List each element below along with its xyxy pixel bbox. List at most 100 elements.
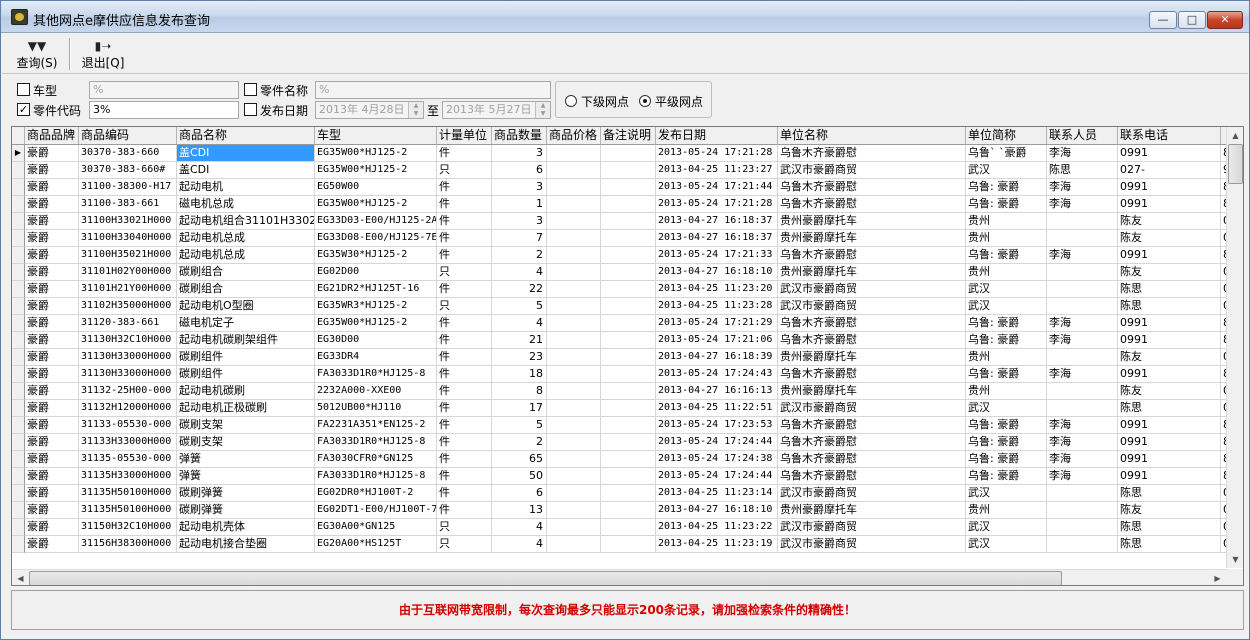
cell-price[interactable]: [547, 468, 601, 485]
cell-contact[interactable]: 李海: [1047, 145, 1118, 162]
cell-qty[interactable]: 5: [492, 298, 547, 315]
cell-company[interactable]: 乌鲁木齐豪爵慰: [778, 451, 966, 468]
cell-qty[interactable]: 23: [492, 349, 547, 366]
cell-name[interactable]: 起动电机: [177, 179, 315, 196]
cell-price[interactable]: [547, 145, 601, 162]
cell-contact[interactable]: 李海: [1047, 468, 1118, 485]
cell-model[interactable]: FA3030CFR0*GN125: [315, 451, 437, 468]
cell-date[interactable]: 2013-05-24 17:21:28: [656, 145, 778, 162]
row-indicator[interactable]: [12, 366, 25, 383]
cell-code[interactable]: 30370-383-660: [79, 145, 177, 162]
cell-company[interactable]: 乌鲁木齐豪爵慰: [778, 434, 966, 451]
row-indicator[interactable]: [12, 485, 25, 502]
cell-date[interactable]: 2013-05-24 17:21:33: [656, 247, 778, 264]
cell-date[interactable]: 2013-05-24 17:24:44: [656, 468, 778, 485]
cell-phone[interactable]: 陈思: [1118, 281, 1221, 298]
cell-date[interactable]: 2013-05-24 17:23:53: [656, 417, 778, 434]
cell-qty[interactable]: 2: [492, 247, 547, 264]
cell-name[interactable]: 碳刷组合: [177, 264, 315, 281]
cell-remark[interactable]: [601, 502, 656, 519]
cell-model[interactable]: EG30A00*GN125: [315, 519, 437, 536]
cell-model[interactable]: EG21DR2*HJ125T-16: [315, 281, 437, 298]
cell-price[interactable]: [547, 298, 601, 315]
cell-price[interactable]: [547, 230, 601, 247]
cell-brand[interactable]: 豪爵: [25, 468, 79, 485]
cell-company[interactable]: 乌鲁木齐豪爵慰: [778, 366, 966, 383]
minimize-button[interactable]: —: [1149, 11, 1177, 29]
cell-company-short[interactable]: 乌鲁: 豪爵: [966, 468, 1047, 485]
cell-code[interactable]: 31150H32C10H000: [79, 519, 177, 536]
table-row[interactable]: 豪爵 31132-25H00-000 起动电机碳刷 2232A000-XXE00 件 8 2…: [12, 383, 1230, 400]
cell-remark[interactable]: [601, 434, 656, 451]
cell-contact[interactable]: [1047, 281, 1118, 298]
cell-name[interactable]: 碳刷组件: [177, 349, 315, 366]
cell-date[interactable]: 2013-04-25 11:23:20: [656, 281, 778, 298]
cell-name[interactable]: 起动电机正极碳刷: [177, 400, 315, 417]
cell-company-short[interactable]: 乌鲁: 豪爵: [966, 451, 1047, 468]
cell-model[interactable]: EG33D03-E00/HJ125-2A: [315, 213, 437, 230]
cell-brand[interactable]: 豪爵: [25, 230, 79, 247]
cell-price[interactable]: [547, 315, 601, 332]
cell-company-short[interactable]: 贵州: [966, 213, 1047, 230]
cell-price[interactable]: [547, 485, 601, 502]
cell-contact[interactable]: [1047, 502, 1118, 519]
cell-code[interactable]: 31101H21Y00H000: [79, 281, 177, 298]
cell-unit[interactable]: 只: [437, 298, 492, 315]
column-header-code[interactable]: 商品编码: [79, 127, 177, 145]
table-row[interactable]: 豪爵 31133-05530-000 碳刷支架 FA2231A351*EN125-2 件…: [12, 417, 1230, 434]
column-header-price[interactable]: 商品价格: [547, 127, 601, 145]
cell-model[interactable]: FA2231A351*EN125-2: [315, 417, 437, 434]
scroll-right-icon[interactable]: ▶: [1209, 570, 1226, 585]
cell-brand[interactable]: 豪爵: [25, 213, 79, 230]
cell-company[interactable]: 武汉市豪爵商贸: [778, 298, 966, 315]
column-header-phone[interactable]: 联系电话: [1118, 127, 1221, 145]
cell-phone[interactable]: 0991: [1118, 468, 1221, 485]
cell-brand[interactable]: 豪爵: [25, 383, 79, 400]
cell-phone[interactable]: 陈友: [1118, 213, 1221, 230]
cell-brand[interactable]: 豪爵: [25, 264, 79, 281]
cell-brand[interactable]: 豪爵: [25, 417, 79, 434]
cell-contact[interactable]: 李海: [1047, 366, 1118, 383]
row-indicator[interactable]: [12, 349, 25, 366]
cell-brand[interactable]: 豪爵: [25, 434, 79, 451]
column-header-remark[interactable]: 备注说明: [601, 127, 656, 145]
cell-date[interactable]: 2013-05-24 17:21:28: [656, 196, 778, 213]
cell-remark[interactable]: [601, 383, 656, 400]
cell-phone[interactable]: 陈思: [1118, 519, 1221, 536]
cell-name[interactable]: 碳刷弹簧: [177, 485, 315, 502]
table-row[interactable]: 豪爵 31150H32C10H000 起动电机壳体 EG30A00*GN125 只 4 20…: [12, 519, 1230, 536]
table-row[interactable]: 豪爵 31130H33000H000 碳刷组件 FA3033D1R0*HJ125-8 件…: [12, 366, 1230, 383]
row-indicator[interactable]: [12, 468, 25, 485]
cell-company-short[interactable]: 乌鲁: 豪爵: [966, 247, 1047, 264]
cell-qty[interactable]: 7: [492, 230, 547, 247]
cell-name[interactable]: 碳刷组件: [177, 366, 315, 383]
cell-unit[interactable]: 件: [437, 213, 492, 230]
exit-button[interactable]: ▮➝ 退出[Q]: [80, 36, 126, 72]
cell-contact[interactable]: 陈思: [1047, 162, 1118, 179]
cell-name[interactable]: 磁电机定子: [177, 315, 315, 332]
cell-company[interactable]: 乌鲁木齐豪爵慰: [778, 468, 966, 485]
cell-phone[interactable]: 0991: [1118, 366, 1221, 383]
maximize-button[interactable]: □: [1178, 11, 1206, 29]
row-indicator[interactable]: [12, 162, 25, 179]
vertical-scroll-thumb[interactable]: [1228, 144, 1243, 184]
cell-company-short[interactable]: 贵州: [966, 264, 1047, 281]
cell-company[interactable]: 武汉市豪爵商贸: [778, 519, 966, 536]
cell-company-short[interactable]: 乌鲁: 豪爵: [966, 179, 1047, 196]
cell-company[interactable]: 贵州豪爵摩托车: [778, 230, 966, 247]
column-header-indicator[interactable]: [12, 127, 25, 145]
results-grid[interactable]: 商品品牌 商品编码 商品名称 车型 计量单位 商品数量 商品价格 备注说明 发布日期 单位名称 单位…: [11, 126, 1244, 586]
cell-contact[interactable]: [1047, 349, 1118, 366]
cell-date[interactable]: 2013-05-24 17:21:06: [656, 332, 778, 349]
table-row[interactable]: 豪爵 31135H50100H000 碳刷弹簧 EG02DR0*HJ100T-2 件 6 2…: [12, 485, 1230, 502]
cell-price[interactable]: [547, 349, 601, 366]
cell-company-short[interactable]: 乌鲁: 豪爵: [966, 332, 1047, 349]
lower-network-radio[interactable]: [565, 95, 577, 107]
cell-brand[interactable]: 豪爵: [25, 281, 79, 298]
cell-code[interactable]: 31156H38300H000: [79, 536, 177, 553]
cell-model[interactable]: EG33D08-E00/HJ125-7E: [315, 230, 437, 247]
cell-unit[interactable]: 件: [437, 485, 492, 502]
cell-remark[interactable]: [601, 196, 656, 213]
cell-remark[interactable]: [601, 349, 656, 366]
cell-brand[interactable]: 豪爵: [25, 536, 79, 553]
